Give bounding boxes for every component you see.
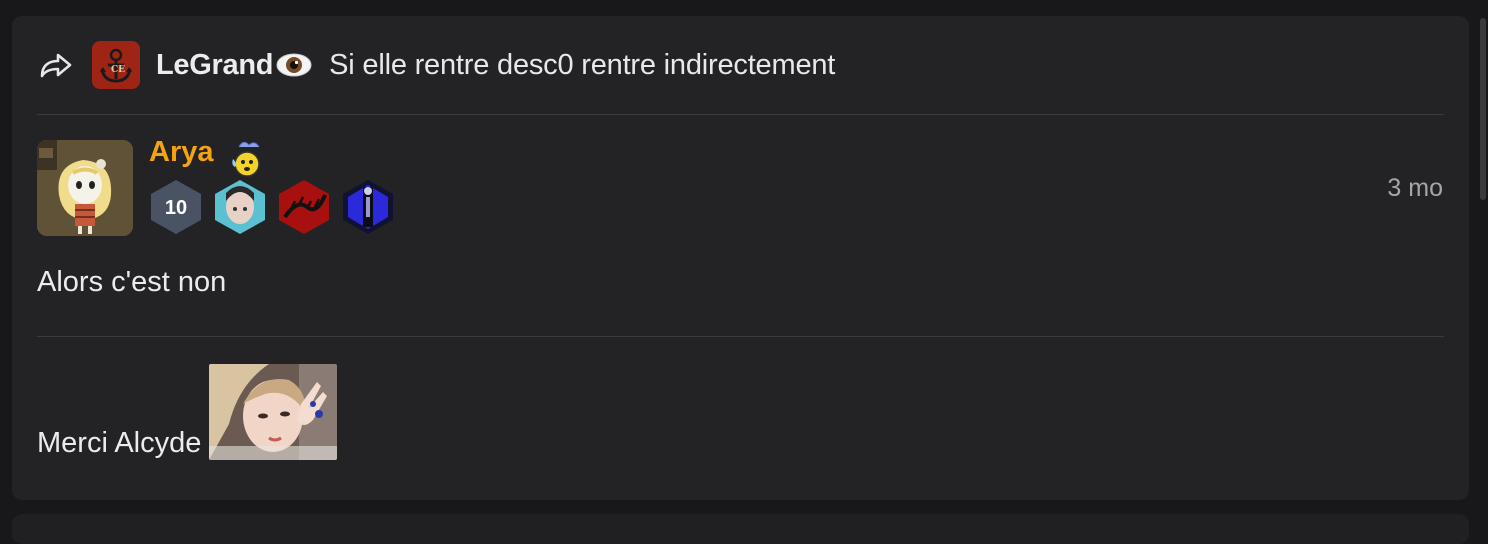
level-badge[interactable]: 10 bbox=[149, 179, 203, 235]
anchor-avatar-icon[interactable]: CE bbox=[92, 41, 140, 89]
author-name[interactable]: Arya bbox=[149, 136, 214, 169]
thanks-text: Merci Alcyde bbox=[37, 427, 202, 459]
reply-reference[interactable]: CE LeGrand Si elle rentre desc0 rentre i… bbox=[38, 41, 836, 89]
divider bbox=[37, 336, 1444, 337]
avatar[interactable] bbox=[37, 140, 133, 236]
svg-text:CE: CE bbox=[111, 65, 125, 75]
reply-arrow-icon bbox=[38, 47, 74, 83]
red-dragon-badge[interactable] bbox=[277, 179, 331, 235]
blue-figure-badge[interactable] bbox=[341, 179, 395, 235]
thanks-message: Merci Alcyde bbox=[37, 364, 338, 460]
badge-list: 10 bbox=[149, 179, 395, 235]
svg-text:10: 10 bbox=[165, 197, 187, 219]
portrait-badge[interactable] bbox=[213, 179, 267, 235]
comment-body: Alors c'est non bbox=[37, 266, 227, 298]
timestamp[interactable]: 3 mo bbox=[1387, 174, 1443, 203]
comment-card: CE LeGrand Si elle rentre desc0 rentre i… bbox=[12, 16, 1469, 500]
next-comment-card bbox=[12, 514, 1469, 544]
scrollbar[interactable] bbox=[1480, 18, 1486, 200]
reply-preview-text: Si elle rentre desc0 rentre indirectemen… bbox=[329, 48, 836, 81]
divider bbox=[37, 114, 1444, 115]
selfie-image[interactable] bbox=[209, 364, 338, 460]
reply-username[interactable]: LeGrand bbox=[156, 49, 273, 82]
eye-emoji-icon bbox=[275, 46, 313, 84]
sweating-face-icon bbox=[225, 137, 267, 179]
